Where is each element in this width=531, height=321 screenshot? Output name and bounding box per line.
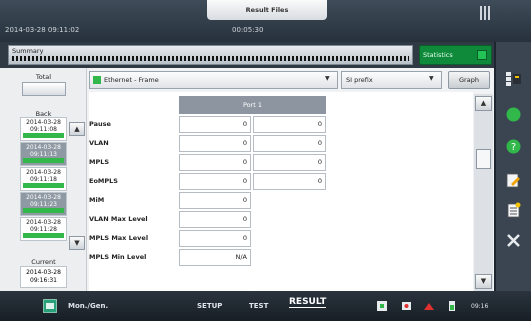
table-row: MiM 0: [89, 191, 329, 210]
test-timestamp: 2014-03-28 09:11:02: [5, 26, 80, 34]
statistics-table: Port 1 Pause 0 0 VLAN 0 0 MPLS 0 0 EoMPL…: [89, 92, 473, 291]
result-tab[interactable]: RESULT: [289, 297, 327, 308]
table-row: Pause 0 0: [89, 115, 329, 134]
report-icon[interactable]: [505, 202, 522, 219]
bottom-bar: Mon./Gen. SETUP TEST RESULT 09:16: [0, 291, 531, 321]
time-list-scroll-down-button[interactable]: ▼: [69, 236, 85, 250]
time-list-item[interactable]: 2014-03-28 09:11:13: [20, 142, 67, 166]
table-scroll-down-button[interactable]: ▼: [475, 274, 492, 289]
table-scroll-thumb[interactable]: [476, 149, 491, 169]
elapsed-time: 00:05:30: [232, 26, 264, 34]
network-icon: [377, 301, 387, 311]
activity-bar: [23, 208, 64, 213]
prefix-selector-dropdown[interactable]: SI prefix ▼: [341, 71, 442, 89]
view-color-swatch: [93, 76, 101, 84]
edit-report-icon[interactable]: [505, 172, 522, 189]
total-label: Total: [35, 73, 52, 81]
summary-label: Summary: [12, 47, 44, 55]
table-row: VLAN 0 0: [89, 134, 329, 153]
table-row: MPLS Max Level 0: [89, 229, 329, 248]
time-list[interactable]: 2014-03-28 09:11:08 2014-03-28 09:11:13 …: [20, 117, 67, 250]
table-scroll-up-button[interactable]: ▲: [475, 96, 492, 111]
column-header-port: Port 1: [179, 96, 326, 114]
summary-strip: Summary Statistics: [0, 42, 494, 68]
table-row: MPLS 0 0: [89, 153, 329, 172]
top-bar: Result Files 2014-03-28 09:11:02 00:05:3…: [0, 0, 531, 42]
time-list-item[interactable]: 2014-03-28 09:11:08: [20, 117, 67, 141]
statistics-led-icon: [477, 50, 487, 60]
svg-text:?: ?: [511, 142, 516, 153]
statistics-label: Statistics: [423, 51, 453, 59]
activity-bar: [23, 233, 64, 238]
summary-bar[interactable]: Summary: [8, 45, 413, 65]
time-navigator: Total Back 2014-03-28 09:11:08 2014-03-2…: [0, 68, 87, 291]
chevron-down-icon: ▼: [429, 75, 434, 82]
setup-tab[interactable]: SETUP: [197, 302, 222, 310]
clock: 09:16: [471, 303, 489, 310]
bottom-left-grip-handle[interactable]: [15, 299, 27, 313]
table-row: MPLS Min Level N/A: [89, 248, 329, 267]
help-icon[interactable]: ?: [505, 138, 522, 155]
statistics-toggle[interactable]: Statistics: [419, 45, 492, 65]
battery-icon: [449, 301, 455, 311]
total-button[interactable]: [22, 82, 66, 96]
status-ok-icon[interactable]: [505, 106, 522, 123]
time-list-item[interactable]: 2014-03-28 09:11:18: [20, 167, 67, 191]
time-list-scroll-up-button[interactable]: ▲: [69, 122, 85, 136]
graph-button[interactable]: Graph: [448, 71, 490, 89]
wifi-icon: [424, 303, 434, 310]
table-row: EoMPLS 0 0: [89, 172, 329, 191]
main-content: Total Back 2014-03-28 09:11:08 2014-03-2…: [0, 68, 494, 291]
chevron-down-icon: ▼: [325, 75, 330, 82]
recording-icon: [402, 302, 411, 310]
result-files-button[interactable]: Result Files: [207, 0, 327, 20]
activity-bar: [23, 158, 64, 163]
current-label: Current: [31, 258, 56, 266]
view-selector-dropdown[interactable]: Ethernet - Frame ▼: [89, 71, 338, 89]
mon-gen-tab[interactable]: Mon./Gen.: [68, 302, 108, 310]
signal-icon[interactable]: [505, 70, 522, 87]
current-time-button[interactable]: 2014-03-28 09:16:31: [20, 266, 67, 288]
bottom-right-grip-handle[interactable]: [509, 299, 521, 313]
tools-icon[interactable]: [505, 232, 522, 249]
activity-bar: [23, 183, 64, 188]
time-list-item[interactable]: 2014-03-28 09:11:23: [20, 192, 67, 216]
right-side-bar: ?: [496, 42, 531, 291]
activity-bar: [23, 133, 64, 138]
test-tab[interactable]: TEST: [249, 302, 268, 310]
time-list-item[interactable]: 2014-03-28 09:11:28: [20, 217, 67, 241]
summary-timeline: [12, 56, 409, 61]
top-grip-handle[interactable]: [478, 6, 492, 20]
table-scrollbar[interactable]: ▲ ▼: [474, 94, 493, 291]
table-row: VLAN Max Level 0: [89, 210, 329, 229]
mon-gen-icon[interactable]: [43, 299, 57, 313]
